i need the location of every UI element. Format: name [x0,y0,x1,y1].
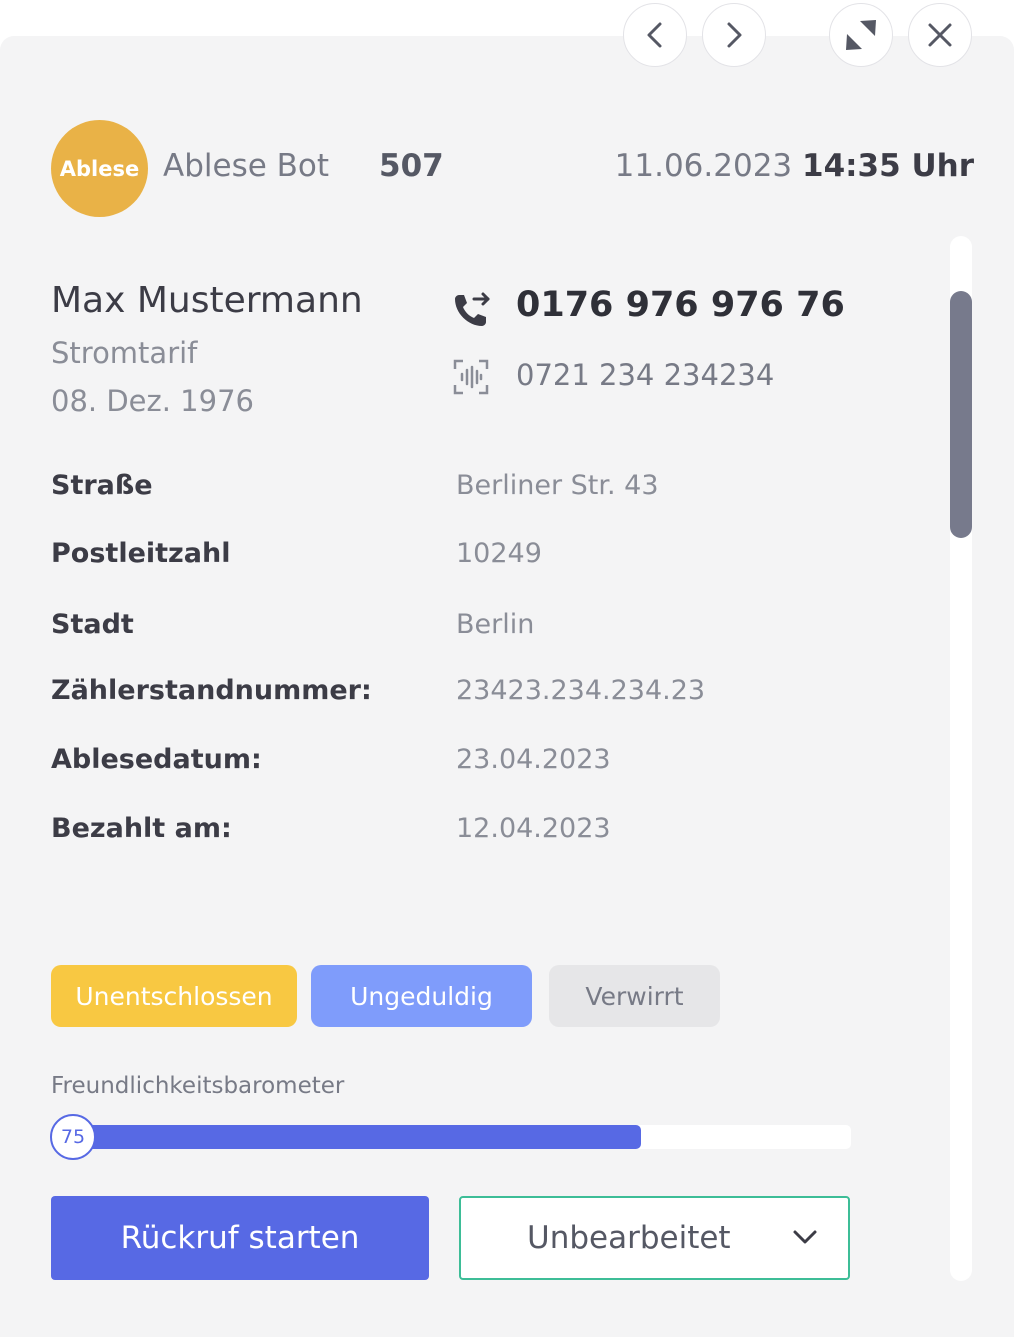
status-select[interactable]: Unbearbeitet [459,1196,850,1280]
bot-name: Ablese Bot [163,148,330,184]
close-button[interactable] [908,3,972,67]
detail-label-meter-number: Zählerstandnummer: [51,675,372,706]
tag-confused[interactable]: Verwirrt [549,965,720,1027]
barometer-label: Freundlichkeitsbarometer [51,1073,345,1099]
call-datetime: 11.06.2023 14:35 Uhr [615,148,974,184]
close-icon [928,23,952,47]
detail-label-zip: Postleitzahl [51,538,231,569]
scrollbar-thumb[interactable] [950,291,972,538]
collapse-button[interactable] [829,3,893,67]
barometer-fill [74,1125,642,1149]
status-select-value: Unbearbeitet [527,1220,731,1256]
avatar-label: Ablese [59,156,140,181]
barometer-value: 75 [60,1126,86,1148]
bot-number: 507 [379,148,444,184]
start-callback-button[interactable]: Rückruf starten [51,1196,429,1280]
detail-label-paid-on: Bezahlt am: [51,813,232,844]
voice-recognition-icon [453,359,489,395]
customer-phone-alt[interactable]: 0721 234 234234 [516,358,774,392]
detail-value-street: Berliner Str. 43 [456,470,659,501]
tag-impatient[interactable]: Ungeduldig [311,965,532,1027]
detail-label-city: Stadt [51,609,134,640]
call-date: 11.06.2023 [614,148,793,184]
call-time: 14:35 Uhr [802,148,974,184]
detail-label-street: Straße [51,470,153,501]
customer-name: Max Mustermann [51,280,363,321]
detail-value-meter-number: 23423.234.234.23 [456,675,706,706]
detail-value-paid-on: 12.04.2023 [456,813,611,844]
chevron-right-icon [727,22,742,48]
bot-avatar: Ablese [51,120,148,217]
tag-undecided[interactable]: Unentschlossen [51,965,297,1027]
detail-label-reading-date: Ablesedatum: [51,744,262,775]
detail-value-reading-date: 23.04.2023 [456,744,611,775]
phone-forward-icon [455,292,490,326]
customer-phone-main[interactable]: 0176 976 976 76 [516,285,845,325]
customer-birthdate: 08. Dez. 1976 [51,384,254,418]
customer-tarif: Stromtarif [51,336,198,370]
collapse-arrows-icon [846,20,876,50]
detail-value-city: Berlin [456,609,535,640]
barometer-handle[interactable]: 75 [50,1114,96,1160]
next-button[interactable] [702,3,766,67]
chevron-down-icon [793,1230,817,1244]
barometer-track[interactable] [74,1125,851,1149]
detail-value-zip: 10249 [456,538,542,569]
previous-button[interactable] [623,3,687,67]
chevron-left-icon [647,22,662,48]
